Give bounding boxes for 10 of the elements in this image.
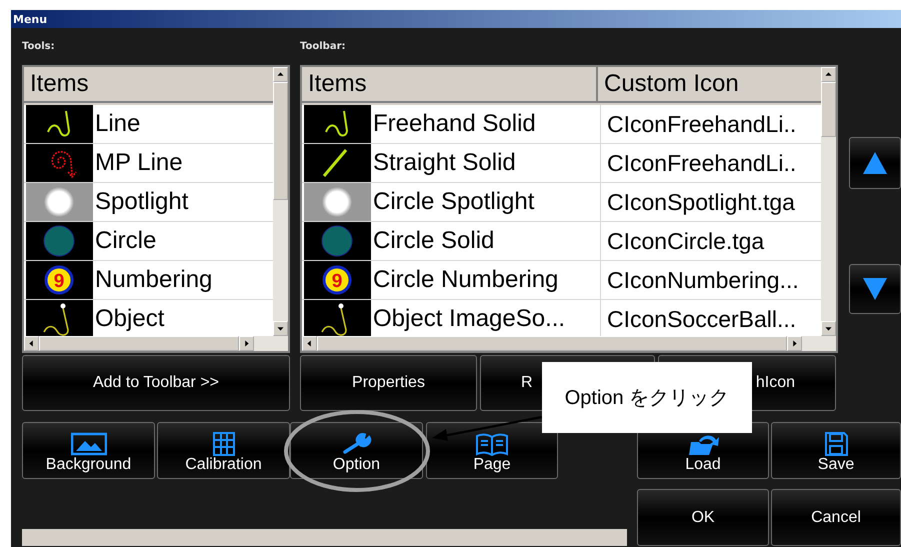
custom-icon-name: CIconNumbering...: [606, 266, 800, 295]
tools-label: Tools:: [22, 41, 56, 52]
toolbar-label: Toolbar:: [300, 41, 346, 52]
custom-icon-name: CIconFreehandLi..: [606, 148, 798, 178]
custom-icon-name: CIconCircle.tga: [606, 226, 766, 256]
custom-icon-name: CIconSoccerBall...: [606, 304, 798, 334]
custom-icon-name: CIconFreehandLi..: [606, 110, 798, 138]
custom-icon-name: CIconSpotlight.tga: [606, 188, 796, 217]
callout-text: Option をクリック: [564, 386, 730, 411]
window-title: Menu: [13, 12, 48, 26]
